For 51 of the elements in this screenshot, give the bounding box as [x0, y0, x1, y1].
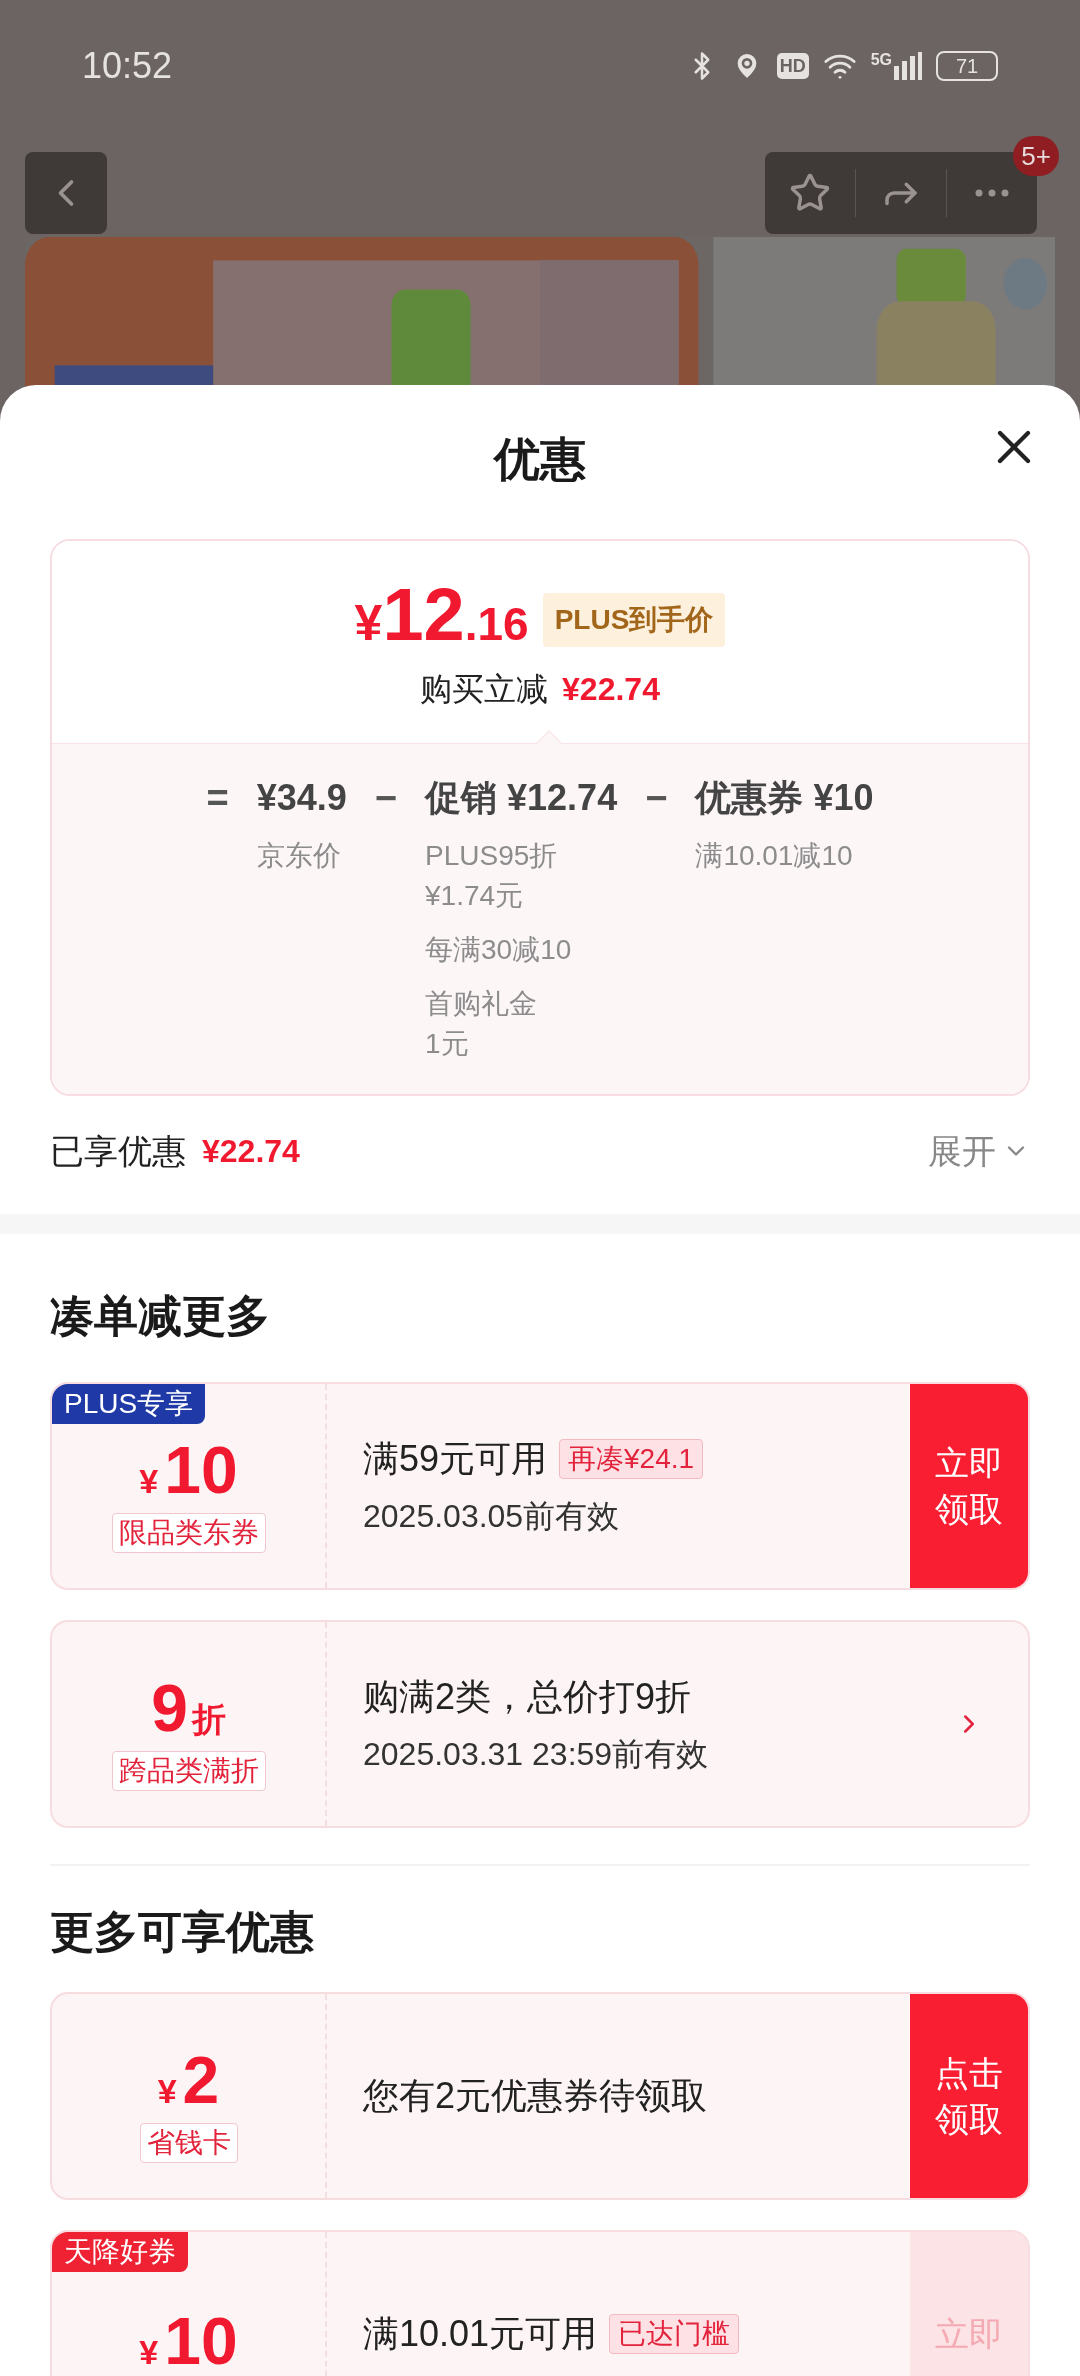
instant-discount-amount: ¥22.74 — [562, 670, 660, 709]
battery-indicator: 71 — [936, 51, 998, 81]
coupon-type-label: 跨品类满折 — [111, 1750, 266, 1791]
coupon-amount: 9折 — [151, 1671, 226, 1745]
coupon-type-label: 省钱卡 — [139, 2122, 238, 2163]
status-time: 10:52 — [82, 44, 173, 88]
expand-button[interactable]: 展开 — [928, 1125, 1030, 1177]
coupon-validity: 2025.03.31 23:59前有效 — [363, 1735, 710, 1774]
breakdown-note: 京东价 — [256, 839, 342, 873]
saved-amount: ¥22.74 — [202, 1132, 300, 1171]
coupon-validity: 2025.03.05前有效 — [363, 1497, 621, 1536]
coupon-amount: ¥2 — [157, 2043, 220, 2117]
coupon-type-label: 限品类东券 — [111, 1512, 266, 1553]
instant-discount-label: 购买立减 — [420, 670, 549, 709]
coupon-condition: 满59元可用 — [363, 1437, 548, 1481]
coupon-tag: PLUS专享 — [52, 1384, 206, 1424]
back-button[interactable] — [25, 152, 107, 234]
sheet-title: 优惠 — [494, 431, 586, 487]
operator-sign: − — [374, 776, 398, 821]
signal-icon — [894, 52, 922, 80]
breakdown-note: 首购礼金 — [425, 987, 539, 1021]
coupon-tag: 天降好券 — [52, 2232, 188, 2272]
saved-label: 已享优惠 — [50, 1130, 186, 1172]
coupon-amount: ¥10 — [139, 2304, 238, 2376]
breakdown-note: 满10.01减10 — [695, 839, 854, 873]
breakdown-amount: 优惠券 ¥10 — [695, 776, 874, 820]
coupon-condition: 您有2元优惠券待领取 — [363, 2074, 708, 2118]
breakdown-note: 1元 — [425, 1027, 470, 1061]
coupon-hint: 再凑¥24.1 — [559, 1439, 704, 1479]
coupon-condition: 满10.01元可用 — [363, 2312, 598, 2356]
operator-sign: = — [206, 776, 229, 821]
claim-button[interactable]: 立即 领取 — [910, 1384, 1028, 1588]
breakdown-note: ¥1.74元 — [425, 879, 525, 913]
breakdown-amount: ¥34.9 — [256, 776, 347, 820]
breakdown-note: 每满30减10 — [425, 933, 573, 967]
coupon-amount: ¥10 — [139, 1433, 238, 1507]
plus-price-badge: PLUS到手价 — [542, 593, 726, 647]
claim-button[interactable]: 点击 领取 — [910, 1994, 1028, 2198]
notification-badge: 5+ — [1013, 136, 1059, 176]
star-icon — [789, 172, 831, 214]
section-heading: 凑单减更多 — [50, 1290, 270, 1342]
coupon-condition: 购满2类，总价打9折 — [363, 1675, 692, 1719]
breakdown-note: PLUS95折 — [425, 839, 559, 873]
breakdown-amount: 促销 ¥12.74 — [425, 776, 618, 820]
coupon-hint: 已达门槛 — [609, 2314, 740, 2354]
more-icon — [975, 189, 1009, 197]
section-heading: 更多可享优惠 — [50, 1906, 314, 1958]
final-price: ¥12.16 — [354, 575, 529, 658]
operator-sign: − — [645, 776, 668, 821]
network-label: 5G — [870, 52, 892, 68]
hd-indicator: HD — [776, 53, 809, 79]
